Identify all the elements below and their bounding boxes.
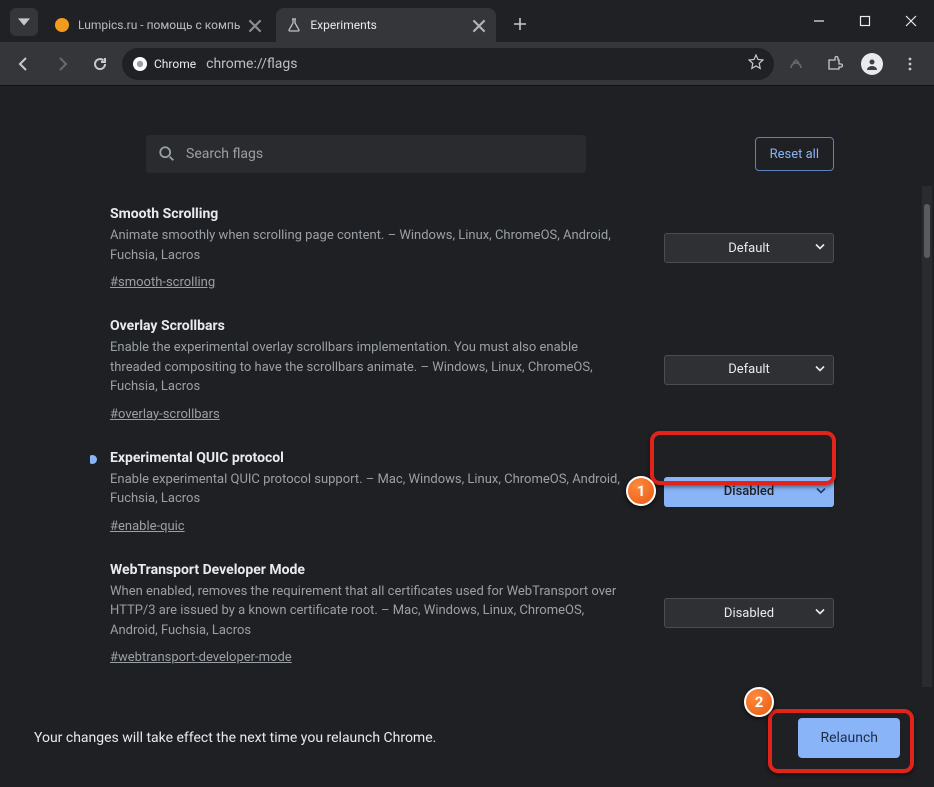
close-window-button[interactable] (888, 0, 934, 42)
relaunch-button[interactable]: Relaunch (798, 718, 900, 758)
page-content: Search flags Reset all Smooth Scrolling A… (0, 86, 934, 787)
flag-description: When enabled, removes the requirement th… (110, 582, 632, 641)
titlebar: Lumpics.ru - помощь с компь Experiments (0, 0, 934, 42)
chrome-logo-icon (132, 56, 148, 72)
forward-button[interactable] (46, 48, 78, 80)
flag-row: Smooth Scrolling Animate smoothly when sc… (90, 196, 834, 308)
favicon-lumpics-icon (54, 17, 70, 33)
chrome-chip-label: Chrome (154, 57, 196, 71)
tab-search-button[interactable] (10, 8, 38, 36)
flag-title: Overlay Scrollbars (110, 318, 632, 334)
changed-dot-icon (90, 455, 97, 464)
close-icon[interactable] (248, 18, 262, 32)
search-icon (158, 145, 176, 163)
flag-description: Animate smoothly when scrolling page con… (110, 226, 632, 265)
minimize-button[interactable] (796, 0, 842, 42)
flag-select-value: Default (728, 241, 770, 256)
flags-list: Smooth Scrolling Animate smoothly when sc… (90, 196, 834, 677)
flag-title: Smooth Scrolling (110, 206, 632, 222)
flag-anchor-link[interactable]: #overlay-scrollbars (110, 407, 220, 422)
relaunch-message: Your changes will take effect the next t… (34, 730, 436, 746)
chevron-down-icon (815, 362, 825, 377)
chevron-down-icon (815, 241, 825, 256)
scrollbar-track[interactable] (922, 186, 932, 687)
flag-description: Enable the experimental overlay scrollba… (110, 338, 632, 397)
bookmark-star-icon[interactable] (748, 54, 764, 74)
flag-description: Enable experimental QUIC protocol suppor… (110, 470, 632, 509)
flag-select-value: Disabled (724, 606, 774, 621)
flag-select[interactable]: Disabled (664, 477, 834, 507)
tab-lumpics[interactable]: Lumpics.ru - помощь с компь (44, 8, 272, 42)
flag-select[interactable]: Disabled (664, 598, 834, 628)
reload-button[interactable] (84, 48, 116, 80)
back-button[interactable] (8, 48, 40, 80)
flag-row: WebTransport Developer Mode When enabled,… (90, 552, 834, 678)
window-controls (796, 0, 934, 42)
extensions-icon[interactable] (818, 48, 850, 80)
favicon-flask-icon (286, 17, 302, 33)
search-placeholder: Search flags (186, 146, 263, 162)
flag-anchor-link[interactable]: #webtransport-developer-mode (110, 650, 292, 665)
tab-title: Experiments (310, 18, 464, 32)
flag-select-value: Default (728, 362, 770, 377)
flags-header: Search flags Reset all (146, 132, 834, 176)
chevron-down-icon (816, 484, 826, 499)
flag-title: WebTransport Developer Mode (110, 562, 632, 578)
tab-experiments[interactable]: Experiments (276, 8, 496, 42)
omnibox[interactable]: Chrome chrome://flags (122, 48, 774, 80)
menu-button[interactable] (894, 48, 926, 80)
flag-select[interactable]: Default (664, 233, 834, 263)
omnibox-url: chrome://flags (206, 56, 738, 72)
close-icon[interactable] (472, 18, 486, 32)
extensions-disabled-icon[interactable] (780, 48, 812, 80)
flag-anchor-link[interactable]: #smooth-scrolling (110, 275, 215, 290)
maximize-button[interactable] (842, 0, 888, 42)
tab-title: Lumpics.ru - помощь с компь (78, 18, 240, 32)
relaunch-bar: Your changes will take effect the next t… (14, 705, 920, 771)
callout-number-1: 1 (626, 476, 656, 506)
reset-all-button[interactable]: Reset all (755, 137, 834, 171)
flag-anchor-link[interactable]: #enable-quic (110, 519, 185, 534)
flag-row: Experimental QUIC protocol Enable experim… (90, 440, 834, 552)
chrome-chip: Chrome (132, 56, 196, 72)
scrollbar-thumb[interactable] (924, 204, 930, 258)
flag-title: Experimental QUIC protocol (110, 450, 632, 466)
flag-row: Overlay Scrollbars Enable the experimenta… (90, 308, 834, 440)
search-input[interactable]: Search flags (146, 135, 586, 173)
profile-button[interactable] (856, 48, 888, 80)
browser-toolbar: Chrome chrome://flags (0, 42, 934, 86)
callout-number-2: 2 (744, 687, 774, 717)
flag-select-value: Disabled (724, 484, 774, 499)
chevron-down-icon (815, 606, 825, 621)
flag-select[interactable]: Default (664, 355, 834, 385)
new-tab-button[interactable] (506, 10, 534, 38)
